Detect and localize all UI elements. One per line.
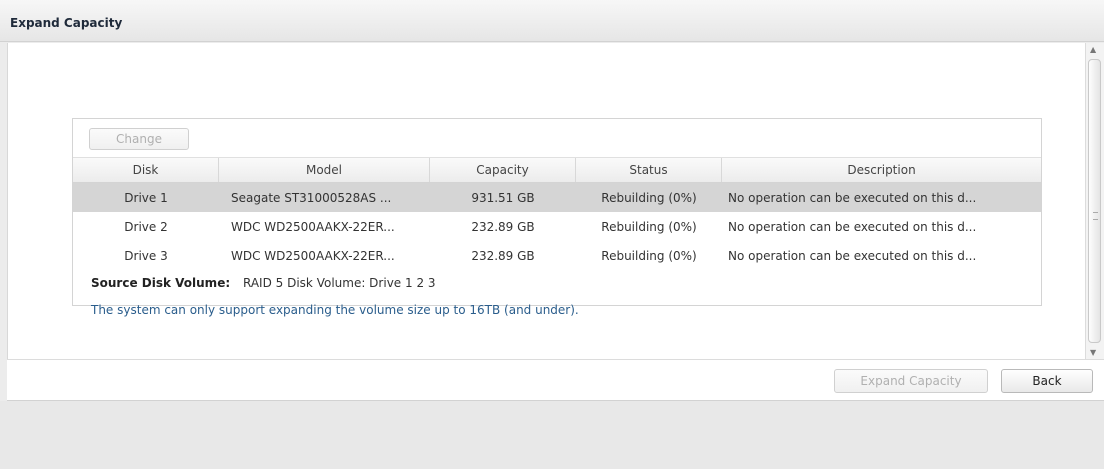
- status-cell: Rebuilding (0%): [601, 190, 697, 205]
- column-header-model[interactable]: Model: [219, 158, 430, 182]
- column-header-description[interactable]: Description: [722, 158, 1041, 182]
- source-disk-volume-value: RAID 5 Disk Volume: Drive 1 2 3: [243, 276, 436, 290]
- status-cell: Rebuilding (0%): [601, 248, 697, 263]
- scroll-up-arrow-icon[interactable]: ▲: [1090, 45, 1096, 54]
- source-disk-volume: Source Disk Volume: RAID 5 Disk Volume: …: [91, 276, 436, 290]
- table-row[interactable]: Drive 3 WDC WD2500AAKX-22ER... 232.89 GB…: [73, 241, 1041, 270]
- bottom-area: [0, 401, 1104, 469]
- window-title: Expand Capacity: [10, 16, 123, 30]
- model-cell: Seagate ST31000528AS ...: [231, 190, 392, 205]
- column-header-status[interactable]: Status: [576, 158, 722, 182]
- capacity-cell: 931.51 GB: [471, 190, 535, 205]
- table-row[interactable]: Drive 1 Seagate ST31000528AS ... 931.51 …: [73, 183, 1041, 212]
- table-header: Disk Model Capacity Status Description: [73, 157, 1041, 183]
- capacity-cell: 232.89 GB: [471, 219, 535, 234]
- description-cell: No operation can be executed on this d..…: [728, 219, 977, 234]
- model-cell: WDC WD2500AAKX-22ER...: [231, 219, 395, 234]
- scrollbar-grip-icon: [1093, 212, 1098, 220]
- table-row[interactable]: Drive 2 WDC WD2500AAKX-22ER... 232.89 GB…: [73, 212, 1041, 241]
- description-cell: No operation can be executed on this d..…: [728, 190, 977, 205]
- expand-capacity-button[interactable]: Expand Capacity: [834, 369, 988, 393]
- back-button[interactable]: Back: [1001, 369, 1093, 393]
- status-cell: Rebuilding (0%): [601, 219, 697, 234]
- window-titlebar: Expand Capacity: [0, 0, 1104, 42]
- disk-cell: Drive 3: [124, 248, 168, 263]
- dialog-footer: Expand Capacity Back: [7, 359, 1104, 401]
- model-cell: WDC WD2500AAKX-22ER...: [231, 248, 395, 263]
- scroll-down-arrow-icon[interactable]: ▼: [1090, 348, 1096, 357]
- column-header-disk[interactable]: Disk: [73, 158, 219, 182]
- scrollbar-thumb[interactable]: [1088, 59, 1101, 343]
- disk-cell: Drive 1: [124, 190, 168, 205]
- description-cell: No operation can be executed on this d..…: [728, 248, 977, 263]
- change-button[interactable]: Change: [89, 128, 189, 150]
- capacity-limit-notice: The system can only support expanding th…: [91, 303, 579, 317]
- disk-cell: Drive 2: [124, 219, 168, 234]
- source-disk-volume-label: Source Disk Volume:: [91, 276, 231, 290]
- column-header-capacity[interactable]: Capacity: [430, 158, 576, 182]
- vertical-scrollbar[interactable]: ▲ ▼: [1085, 43, 1104, 359]
- capacity-cell: 232.89 GB: [471, 248, 535, 263]
